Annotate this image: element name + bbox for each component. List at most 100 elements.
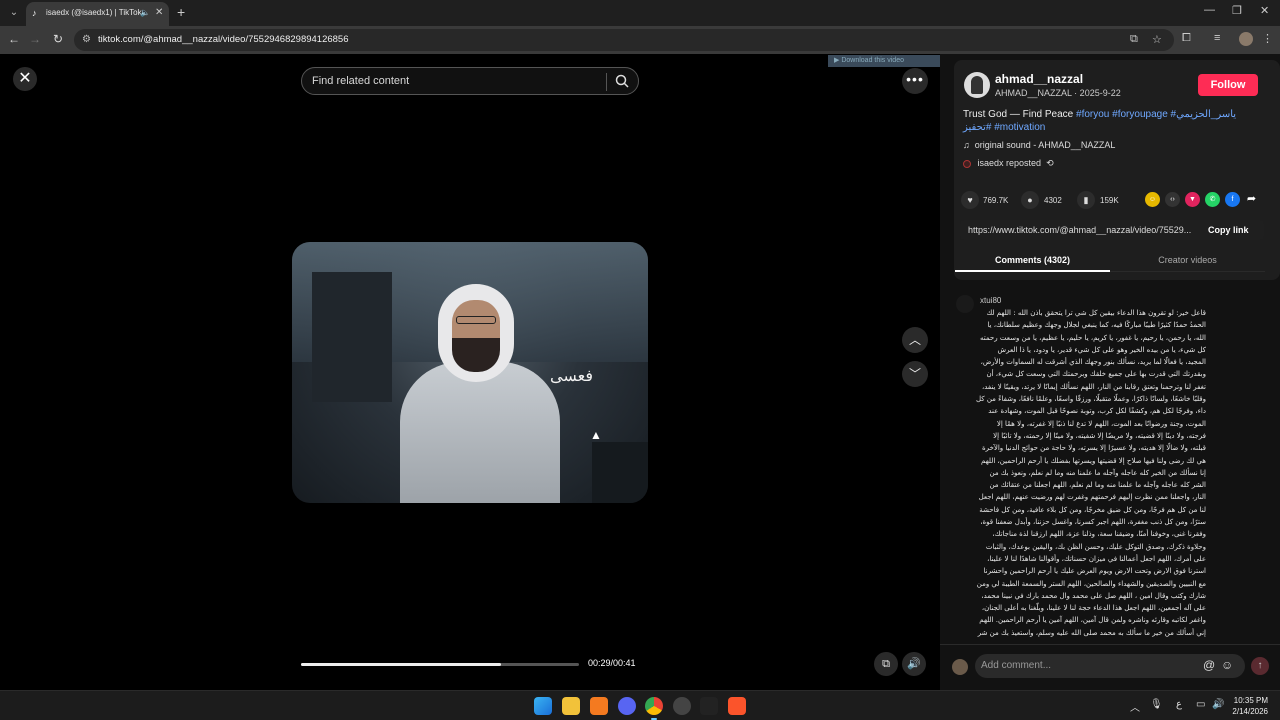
sound-link[interactable]: ♫ original sound - AHMAD__NAZZAL [963,140,1115,150]
app-a-icon[interactable] [590,697,608,715]
sound-label: original sound - AHMAD__NAZZAL [974,140,1116,150]
follow-button[interactable]: Follow [1198,74,1258,96]
hashtag-link[interactable]: #motivation [994,122,1045,133]
commenter-username[interactable]: xtui80 [980,296,1001,305]
more-options-icon[interactable]: ••• [902,68,928,94]
related-search-input[interactable]: Find related content [301,67,639,95]
next-video-button[interactable]: ﹀ [902,361,928,387]
bookmark-star-icon[interactable]: ☆ [1152,33,1162,46]
search-icon[interactable] [614,73,630,89]
author-name[interactable]: ahmad__nazzal [995,72,1083,86]
video-progress-fill [301,663,502,666]
send-comment-button[interactable]: ↑ [1251,657,1269,675]
tab-title: isaedx (@isaedx1) | TikTok [46,8,142,17]
speaker-icon[interactable]: 🔊 [1212,699,1224,710]
send-to-friends-icon[interactable]: ▼ [1185,192,1200,207]
commenter-avatar[interactable] [956,295,974,313]
copy-link-button[interactable]: Copy link [1208,225,1249,235]
app-game-icon[interactable] [673,697,691,715]
user-avatar [952,659,968,675]
browser-tabbar: ⌄ ♪ isaedx (@isaedx1) | TikTok 🔈 ✕ + — ❐… [0,0,1280,26]
tab-audio-icon[interactable]: 🔈 [140,8,150,17]
system-clock[interactable]: 10:35 PM 2/14/2026 [1226,695,1268,717]
repost-info: isaedx reposted ⟲ [963,158,1054,169]
tab-close-icon[interactable]: ✕ [155,7,163,18]
picture-in-picture-icon[interactable]: ⧉ [874,652,898,676]
url-text[interactable]: tiktok.com/@ahmad__nazzal/video/75529468… [98,34,349,45]
video-progress-bar[interactable] [301,663,579,666]
media-control-icon[interactable]: ≡ [1214,32,1220,44]
whatsapp-icon[interactable]: ✆ [1205,192,1220,207]
save-count: 159K [1100,196,1119,205]
browser-menu-icon[interactable]: ⋮ [1262,32,1273,45]
microphone-icon[interactable]: 🎙 [1150,699,1163,710]
profile-avatar[interactable] [1239,32,1253,46]
comment-composer: Add comment... @ ☺ ↑ [940,644,1280,690]
tab-comments[interactable]: Comments (4302) [955,248,1110,272]
maximize-button[interactable]: ❐ [1232,4,1242,17]
previous-video-button[interactable]: ︿ [902,327,928,353]
epic-games-icon[interactable] [700,697,718,715]
repost-icon: ⟲ [1046,158,1054,168]
chrome-icon[interactable] [645,697,663,715]
bookmark-icon[interactable]: ▮ [1077,191,1095,209]
hashtag-link[interactable]: #ياسر_الحزيمي [1171,109,1237,120]
site-info-icon[interactable]: ⚙ [82,34,91,45]
network-icon[interactable]: ▭ [1196,699,1205,710]
share-link-box[interactable]: https://www.tiktok.com/@ahmad__nazzal/vi… [960,220,1264,240]
minimize-button[interactable]: — [1204,4,1215,16]
emoji-icon[interactable]: ☺ [1221,658,1233,672]
share-link-url[interactable]: https://www.tiktok.com/@ahmad__nazzal/vi… [968,225,1198,235]
facebook-icon[interactable]: f [1225,192,1240,207]
video-person-robe [400,362,560,503]
tab-search-icon[interactable]: ⌄ [6,5,22,21]
new-tab-button[interactable]: + [177,4,185,20]
brave-icon[interactable] [728,697,746,715]
video-caption-overlay: فعسى [550,366,593,385]
tray-overflow-icon[interactable]: ︿ [1130,699,1140,714]
file-explorer-icon[interactable] [562,697,580,715]
browser-tab-active[interactable]: ♪ isaedx (@isaedx1) | TikTok 🔈 ✕ [26,2,169,26]
reposter-avatar[interactable] [963,159,971,168]
share-arrow-icon[interactable]: ➦ [1244,192,1259,207]
omnibox[interactable]: ⚙ tiktok.com/@ahmad__nazzal/video/755294… [74,29,1174,51]
music-note-icon: ♫ [963,140,970,150]
video-frame[interactable]: فعسى [292,242,648,503]
discord-icon[interactable] [618,697,636,715]
language-icon[interactable]: ع [1176,699,1182,710]
volume-icon[interactable]: 🔊 [902,652,926,676]
video-shelf [312,272,392,402]
tab-creator-videos[interactable]: Creator videos [1110,248,1265,272]
video-person-glasses [456,316,496,324]
search-divider [606,73,607,91]
forward-button[interactable]: → [27,32,43,46]
hashtag-link[interactable]: #foryou [1076,109,1109,120]
repost-label: isaedx reposted [977,158,1042,168]
mention-icon[interactable]: @ [1203,658,1215,672]
add-comment-input[interactable]: Add comment... @ ☺ [975,654,1245,678]
search-placeholder: Find related content [312,75,410,87]
cast-icon[interactable]: ⧉ [1130,33,1138,46]
tiktok-page: ✕ Find related content ▶ Download this v… [0,54,1280,690]
embed-code-icon[interactable]: ‹› [1165,192,1180,207]
clock-time: 10:35 PM [1233,696,1268,705]
close-window-button[interactable]: ✕ [1260,4,1269,17]
author-avatar[interactable] [964,72,990,98]
share-coin-icon[interactable]: ☺ [1145,192,1160,207]
start-windows-icon[interactable] [534,697,552,715]
comment-count: 4302 [1044,196,1062,205]
panel-tabs: Comments (4302) Creator videos [955,248,1265,272]
like-count: 769.7K [983,196,1009,205]
comment-icon[interactable]: ● [1021,191,1039,209]
hashtag-link[interactable]: #تحفيز [963,122,991,133]
description-text: Trust God — Find Peace [963,109,1074,120]
video-chair [592,442,648,503]
extensions-icon[interactable]: ⧠ [1182,32,1191,45]
download-video-badge[interactable]: ▶ Download this video [828,55,940,67]
comment-text: قاعل خير: لو تقرون هذا الدعاء بيقين كل ش… [976,309,1206,637]
reload-button[interactable]: ↻ [50,32,66,46]
hashtag-link[interactable]: #foryoupage [1112,109,1168,120]
like-heart-icon[interactable]: ♥ [961,191,979,209]
back-button[interactable]: ← [6,32,22,46]
close-video-button[interactable]: ✕ [13,67,37,91]
